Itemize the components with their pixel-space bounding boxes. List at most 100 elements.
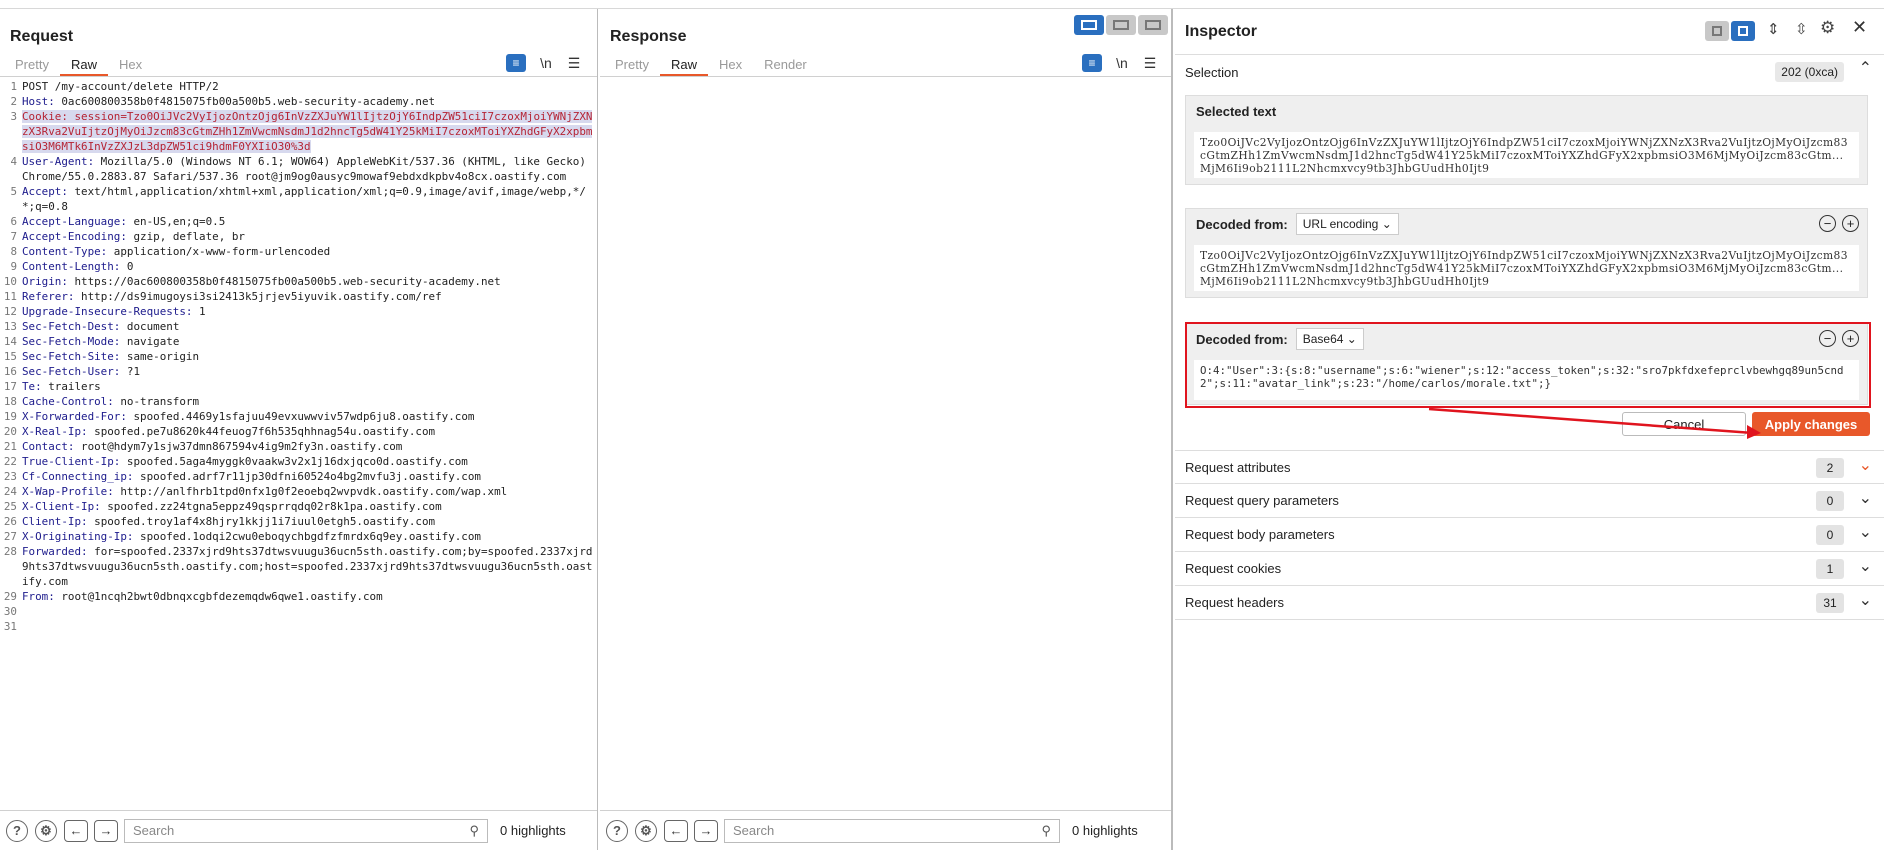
chevron-down-icon[interactable]: ⌄ xyxy=(1859,522,1872,542)
inspector-section-row[interactable]: Request query parameters 0 ⌄ xyxy=(1175,484,1884,518)
header-value: 1 xyxy=(192,305,206,318)
inspector-section-row[interactable]: Request headers 31 ⌄ xyxy=(1175,586,1884,620)
header-key: Content-Type: xyxy=(22,245,108,258)
code-line: 25 X-Client-Ip: spoofed.zz24tgna5eppz49qs… xyxy=(0,499,597,514)
layout-tabs-button[interactable] xyxy=(1138,15,1168,35)
header-key: X-Client-Ip: xyxy=(22,500,101,513)
header-key: Origin: xyxy=(22,275,68,288)
code-line: 3 Cookie: session=Tzo0OiJVc2VyIjozOntzOjg… xyxy=(0,109,597,154)
request-menu-icon[interactable]: ☰ xyxy=(566,53,582,73)
line-text: Content-Length: 0 xyxy=(22,259,597,274)
selection-row[interactable]: Selection 202 (0xca) ⌃ xyxy=(1175,55,1884,89)
request-search-input[interactable]: Search ⚲ xyxy=(124,818,488,843)
add-circle-icon[interactable]: + xyxy=(1842,215,1859,232)
header-key: Te: xyxy=(22,380,42,393)
header-value: ?1 xyxy=(120,365,141,378)
header-value: navigate xyxy=(120,335,180,348)
decoded-url-value[interactable]: Tzo0OiJVc2VyIjozOntzOjg6InVzZXJuYW1lIjtz… xyxy=(1194,245,1859,291)
header-value: root@hdym7y1sjw37dmn867594v4ig9m2fy3n.oa… xyxy=(74,440,403,453)
code-line: 11 Referer: http://ds9imugoysi3si2413k5jr… xyxy=(0,289,597,304)
selection-label: Selection xyxy=(1185,64,1239,80)
remove-circle-icon[interactable]: − xyxy=(1819,215,1836,232)
tab-pretty[interactable]: Pretty xyxy=(4,54,60,76)
line-text: X-Wap-Profile: http://anlfhrb1tpd0nfx1g0… xyxy=(22,484,597,499)
tab-render[interactable]: Render xyxy=(753,54,818,76)
wrap-lines-button[interactable]: ≡ xyxy=(1082,53,1102,73)
line-text: Host: 0ac600800358b0f4815075fb00a500b5.w… xyxy=(22,94,597,109)
back-arrow-icon[interactable]: ← xyxy=(664,819,688,842)
layout-top-bottom-button[interactable] xyxy=(1106,15,1136,35)
response-editor[interactable] xyxy=(600,79,1171,810)
code-line: 18 Cache-Control: no-transform xyxy=(0,394,597,409)
gear-icon[interactable]: ⚙ xyxy=(635,819,657,842)
layout-toggle xyxy=(1072,15,1168,35)
code-line: 21 Contact: root@hdym7y1sjw37dmn867594v4i… xyxy=(0,439,597,454)
selected-text-value[interactable]: Tzo0OiJVc2VyIjozOntzOjg6InVzZXJuYW1lIjtz… xyxy=(1194,132,1859,178)
header-value: spoofed.pe7u8620k44feuog7f6h535qhhnag54u… xyxy=(87,425,436,438)
section-label: Request body parameters xyxy=(1185,527,1335,542)
line-number: 19 xyxy=(3,410,17,423)
line-text: Sec-Fetch-Site: same-origin xyxy=(22,349,597,364)
expand-all-icon[interactable]: ⇕ xyxy=(1767,20,1780,38)
settings-gear-icon[interactable]: ⚙ xyxy=(1820,18,1835,38)
line-number: 24 xyxy=(3,485,17,498)
line-number: 21 xyxy=(3,440,17,453)
gear-icon[interactable]: ⚙ xyxy=(35,819,57,842)
newline-toggle[interactable]: \n xyxy=(536,53,556,73)
chevron-down-icon[interactable]: ⌄ xyxy=(1859,488,1872,508)
annotation-arrow xyxy=(1428,407,1761,439)
code-line: 9 Content-Length: 0 xyxy=(0,259,597,274)
back-arrow-icon[interactable]: ← xyxy=(64,819,88,842)
header-value: 0ac600800358b0f4815075fb00a500b5.web-sec… xyxy=(54,95,436,108)
layout-side-by-side-button[interactable] xyxy=(1074,15,1104,35)
tab-raw[interactable]: Raw xyxy=(59,54,108,76)
chevron-down-icon[interactable]: ⌄ xyxy=(1859,455,1872,475)
header-key: Sec-Fetch-Site: xyxy=(22,350,121,363)
chevron-down-icon[interactable]: ⌄ xyxy=(1859,556,1872,576)
newline-toggle[interactable]: \n xyxy=(1112,53,1132,73)
line-number: 11 xyxy=(3,290,17,303)
line-number: 2 xyxy=(10,95,17,108)
tab-hex[interactable]: Hex xyxy=(108,54,153,76)
code-line: 20 X-Real-Ip: spoofed.pe7u8620k44feuog7f6… xyxy=(0,424,597,439)
close-icon[interactable]: ✕ xyxy=(1852,17,1867,38)
inspector-section-row[interactable]: Request body parameters 0 ⌄ xyxy=(1175,518,1884,552)
chevron-down-icon[interactable]: ⌄ xyxy=(1859,590,1872,610)
line-number: 13 xyxy=(3,320,17,333)
header-key: X-Wap-Profile: xyxy=(22,485,114,498)
code-line: 8 Content-Type: application/x-www-form-ur… xyxy=(0,244,597,259)
tab-pretty[interactable]: Pretty xyxy=(604,54,660,76)
forward-arrow-icon[interactable]: → xyxy=(94,819,118,842)
response-menu-icon[interactable]: ☰ xyxy=(1142,53,1158,73)
decoding-type-select[interactable]: URL encoding ⌄ xyxy=(1295,213,1399,235)
line-text: Cf-Connecting_ip: spoofed.adrf7r11jp30df… xyxy=(22,469,597,484)
chevron-up-icon[interactable]: ⌃ xyxy=(1859,58,1872,78)
line-text: Cache-Control: no-transform xyxy=(22,394,597,409)
inspector-section-row[interactable]: Request cookies 1 ⌄ xyxy=(1175,552,1884,586)
tab-divider xyxy=(600,76,1171,77)
search-placeholder: Search xyxy=(733,823,775,838)
request-editor[interactable]: 1 POST /my-account/delete HTTP/2 2 Host: 0a… xyxy=(0,79,597,810)
wrap-lines-button[interactable]: ≡ xyxy=(506,53,526,73)
line-number: 12 xyxy=(3,305,17,318)
inspector-layout-panel-button[interactable] xyxy=(1731,21,1755,41)
forward-arrow-icon[interactable]: → xyxy=(694,819,718,842)
response-highlights: 0 highlights xyxy=(1072,823,1138,838)
help-icon[interactable]: ? xyxy=(606,819,628,842)
response-search-input[interactable]: Search ⚲ xyxy=(724,818,1060,843)
help-icon[interactable]: ? xyxy=(6,819,28,842)
tab-raw[interactable]: Raw xyxy=(659,54,708,76)
inspector-section-row[interactable]: Request attributes 2 ⌄ xyxy=(1175,450,1884,484)
header-value: spoofed.zz24tgna5eppz49qsprrqdq02r8k1pa.… xyxy=(100,500,442,513)
line-text: POST /my-account/delete HTTP/2 xyxy=(22,79,597,94)
inspector-layout-list-button[interactable] xyxy=(1705,21,1729,41)
line-number: 31 xyxy=(3,620,17,633)
header-key: From: xyxy=(22,590,55,603)
response-title: Response xyxy=(610,28,687,45)
header-key: Contact: xyxy=(22,440,75,453)
tab-hex[interactable]: Hex xyxy=(708,54,753,76)
line-number: 8 xyxy=(10,245,17,258)
line-number: 4 xyxy=(10,155,17,168)
line-text: User-Agent: Mozilla/5.0 (Windows NT 6.1;… xyxy=(22,154,597,184)
collapse-all-icon[interactable]: ⇳ xyxy=(1795,20,1808,38)
